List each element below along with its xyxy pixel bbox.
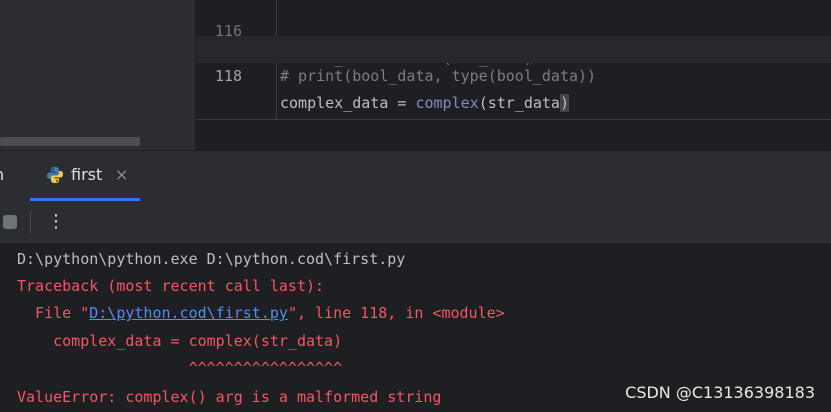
run-tab-bar: n first × — [0, 150, 831, 201]
builtin-function: complex — [415, 94, 479, 112]
tab-first[interactable]: first × — [30, 151, 140, 201]
toolbar-separator — [30, 211, 31, 233]
project-pane — [0, 0, 195, 150]
open-paren: ( — [478, 94, 488, 112]
run-toolbar: ⋮ — [0, 201, 831, 244]
error-message: ValueError: complex() arg is a malformed… — [17, 388, 442, 406]
watermark: CSDN @C13136398183 — [625, 383, 815, 402]
close-paren: ) — [559, 94, 569, 112]
file-link[interactable]: D:\python.cod\first.py — [89, 304, 288, 322]
line-text: complex_data = complex(str_data) — [280, 90, 569, 117]
current-code-line[interactable]: 118 complex_data = complex(str_data) — [196, 36, 831, 112]
file-prefix: File " — [17, 304, 90, 322]
tab-partial-label[interactable]: n — [0, 165, 4, 184]
line-number: 118 — [214, 67, 242, 85]
code-line: 117 # print(bool_data, type(bool_data)) — [196, 9, 831, 85]
more-options-icon[interactable]: ⋮ — [47, 211, 65, 233]
traceback-header: Traceback (most recent call last): — [17, 277, 325, 295]
editor-area: 116 # bool_data = bool(str_data) 117 # p… — [0, 0, 831, 150]
console-command: D:\python\python.exe D:\python.cod\first… — [17, 250, 406, 268]
file-suffix: ", line 118, in <module> — [287, 304, 505, 322]
python-icon — [47, 167, 63, 183]
close-icon[interactable]: × — [115, 165, 128, 184]
code-prefix: complex_data = — [280, 94, 416, 112]
code-editor[interactable]: 116 # bool_data = bool(str_data) 117 # p… — [196, 0, 831, 120]
traceback-file-line: File "D:\python.cod\first.py", line 118,… — [17, 300, 505, 327]
horizontal-scrollbar[interactable] — [0, 137, 140, 146]
line-text: # print(bool_data, type(bool_data)) — [280, 67, 597, 85]
tab-label: first — [71, 165, 103, 184]
traceback-caret-line: ^^^^^^^^^^^^^^^^^ — [17, 359, 343, 377]
editor-divider — [196, 119, 831, 120]
traceback-code-line: complex_data = complex(str_data) — [17, 332, 343, 350]
code-arg: str_data — [487, 94, 560, 112]
stop-icon[interactable] — [3, 215, 17, 229]
